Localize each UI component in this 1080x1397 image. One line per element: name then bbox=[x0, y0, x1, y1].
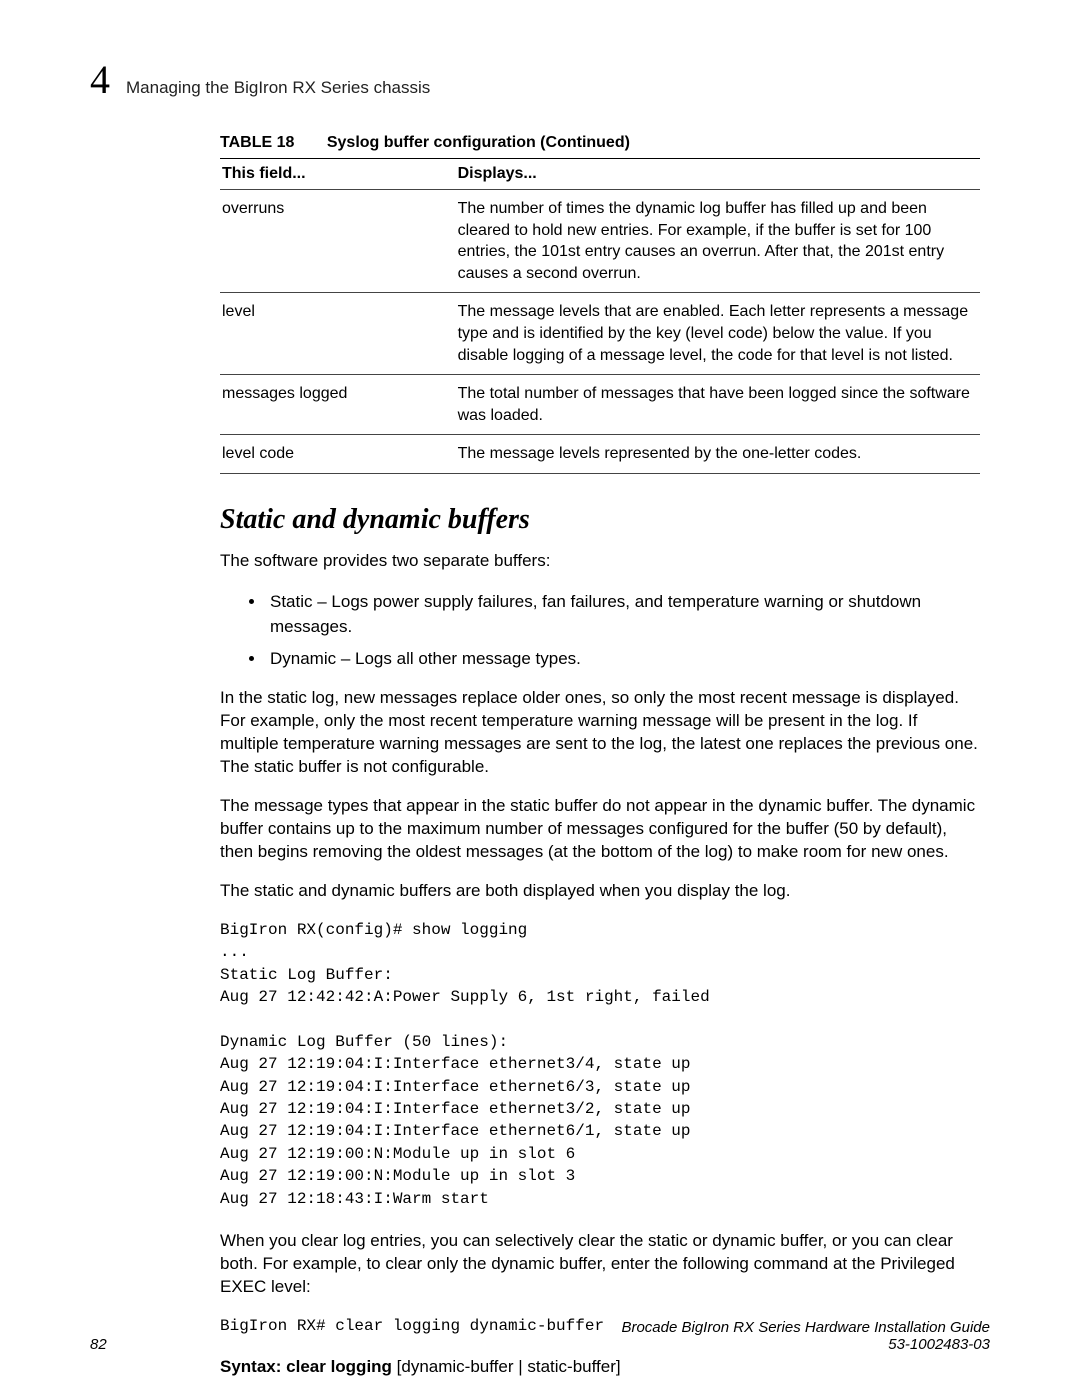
col-field: This field... bbox=[220, 159, 456, 190]
col-displays: Displays... bbox=[456, 159, 980, 190]
table-row: level The message levels that are enable… bbox=[220, 293, 980, 375]
list-item: Dynamic – Logs all other message types. bbox=[266, 646, 980, 672]
list-item: Static – Logs power supply failures, fan… bbox=[266, 589, 980, 640]
table-caption-text: Syslog buffer configuration (Continued) bbox=[327, 134, 630, 151]
body-paragraph: The static and dynamic buffers are both … bbox=[220, 880, 980, 903]
syntax-args: [dynamic-buffer | static-buffer] bbox=[392, 1357, 621, 1376]
page-footer: 82 Brocade BigIron RX Series Hardware In… bbox=[90, 1319, 990, 1353]
content-area: TABLE 18 Syslog buffer configuration (Co… bbox=[220, 134, 980, 1377]
page-number: 82 bbox=[90, 1336, 107, 1353]
cell-displays: The message levels that are enabled. Eac… bbox=[456, 293, 980, 375]
document-number: 53-1002483-03 bbox=[621, 1336, 990, 1353]
syntax-line: Syntax: clear logging [dynamic-buffer | … bbox=[220, 1357, 980, 1377]
table-header-row: This field... Displays... bbox=[220, 159, 980, 190]
chapter-number: 4 bbox=[90, 60, 110, 100]
body-paragraph: The message types that appear in the sta… bbox=[220, 795, 980, 864]
intro-paragraph: The software provides two separate buffe… bbox=[220, 550, 980, 573]
table-row: overruns The number of times the dynamic… bbox=[220, 190, 980, 293]
section-heading: Static and dynamic buffers bbox=[220, 504, 980, 536]
footer-right: Brocade BigIron RX Series Hardware Insta… bbox=[621, 1319, 990, 1353]
page: 4 Managing the BigIron RX Series chassis… bbox=[0, 0, 1080, 1397]
syntax-prefix: Syntax: bbox=[220, 1357, 286, 1376]
cell-displays: The number of times the dynamic log buff… bbox=[456, 190, 980, 293]
body-paragraph: When you clear log entries, you can sele… bbox=[220, 1230, 980, 1299]
cell-field: level code bbox=[220, 435, 456, 474]
table-label: TABLE 18 bbox=[220, 134, 294, 151]
cell-field: messages logged bbox=[220, 375, 456, 435]
syntax-command: clear logging bbox=[286, 1357, 392, 1376]
chapter-title: Managing the BigIron RX Series chassis bbox=[126, 78, 430, 98]
table-row: level code The message levels represente… bbox=[220, 435, 980, 474]
cell-field: overruns bbox=[220, 190, 456, 293]
body-paragraph: In the static log, new messages replace … bbox=[220, 687, 980, 779]
cell-field: level bbox=[220, 293, 456, 375]
page-header: 4 Managing the BigIron RX Series chassis bbox=[90, 60, 990, 100]
guide-title: Brocade BigIron RX Series Hardware Insta… bbox=[621, 1319, 990, 1336]
code-block-show-logging: BigIron RX(config)# show logging ... Sta… bbox=[220, 919, 980, 1210]
cell-displays: The message levels represented by the on… bbox=[456, 435, 980, 474]
cell-displays: The total number of messages that have b… bbox=[456, 375, 980, 435]
table-row: messages logged The total number of mess… bbox=[220, 375, 980, 435]
table-caption: TABLE 18 Syslog buffer configuration (Co… bbox=[220, 134, 980, 152]
syslog-table: This field... Displays... overruns The n… bbox=[220, 158, 980, 474]
bullet-list: Static – Logs power supply failures, fan… bbox=[220, 589, 980, 672]
